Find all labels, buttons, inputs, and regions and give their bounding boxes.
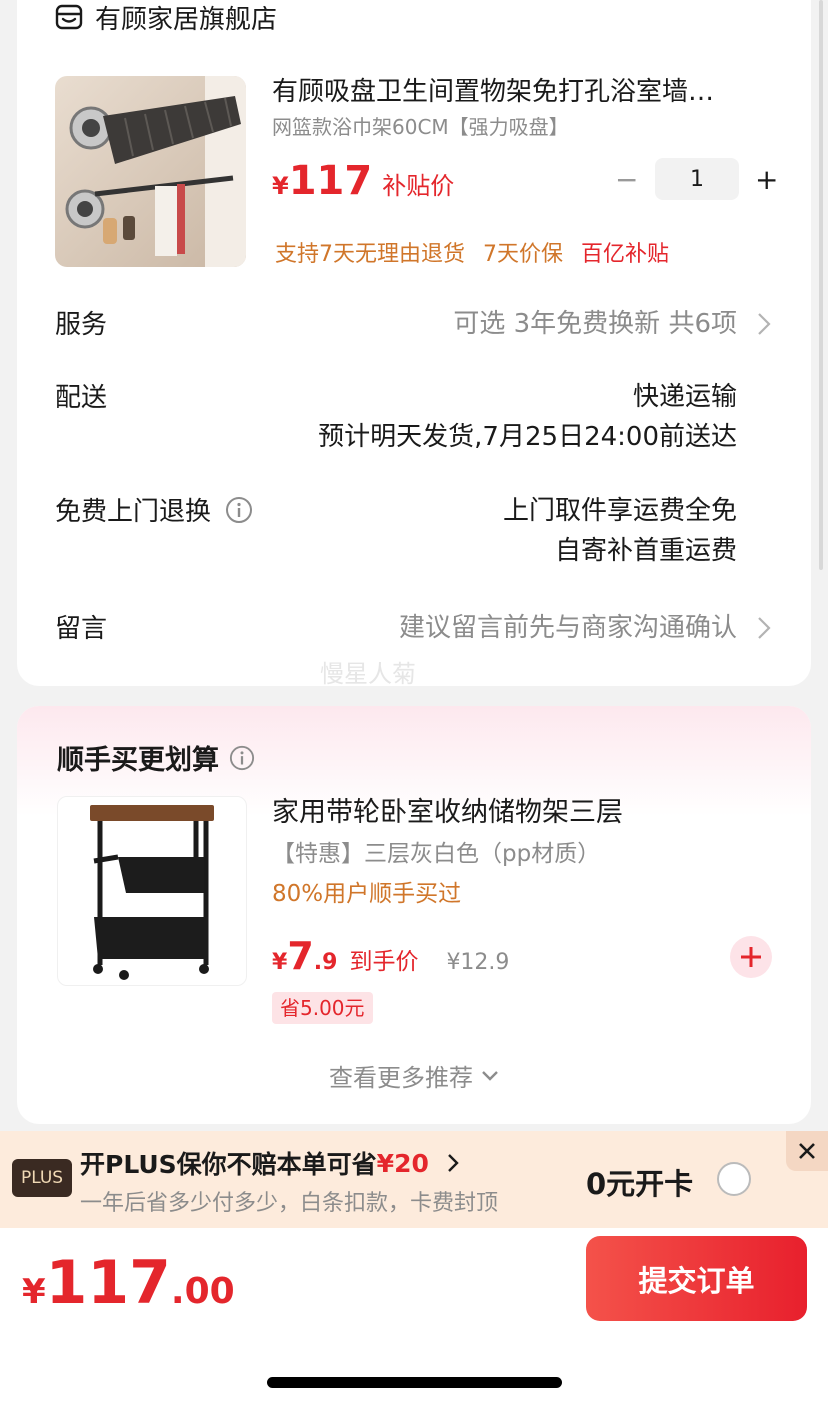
recommend-price-dec: .9 [313, 950, 338, 975]
recommend-price-symbol: ¥ [272, 950, 288, 975]
store-icon [55, 4, 83, 30]
plus-subtitle: 一年后省多少付多少，白条扣款，卡费封顶 [80, 1191, 499, 1216]
price-tag: 补贴价 [382, 172, 455, 200]
add-to-order-button[interactable] [730, 936, 772, 978]
message-row[interactable]: 留言 建议留言前先与商家沟通确认 [55, 608, 771, 648]
plus-icon [741, 947, 761, 967]
tag-subsidy: 百亿补贴 [581, 242, 670, 267]
delivery-value: 快递运输 预计明天发货,7月25日24:00前送达 [318, 377, 737, 457]
scrollbar[interactable] [819, 0, 823, 570]
order-card: 有顾家居旗舰店 有顾吸盘卫生间置物架免打孔浴室墙… 网篮款浴巾架60CM【强力吸… [17, 0, 811, 686]
recommend-product-image[interactable] [57, 796, 247, 986]
home-indicator[interactable] [267, 1377, 562, 1388]
recommend-section-title: 顺手买更划算 [57, 738, 255, 777]
delivery-estimate: 预计明天发货,7月25日24:00前送达 [318, 422, 737, 452]
delivery-label: 配送 [55, 383, 108, 413]
return-value: 上门取件享运费全免 自寄补首重运费 [503, 491, 737, 571]
plus-card-label: 0元开卡 [586, 1167, 694, 1201]
delivery-method: 快递运输 [632, 382, 737, 412]
product-image[interactable] [55, 76, 246, 267]
quantity-input[interactable]: 1 [655, 158, 739, 200]
chevron-right-icon [758, 313, 771, 335]
product-title[interactable]: 有顾吸盘卫生间置物架免打孔浴室墙… [272, 74, 762, 110]
price-value: 117 [288, 158, 373, 204]
plus-radio[interactable] [717, 1162, 751, 1196]
watermark: 慢星人菊 [320, 660, 416, 688]
service-label: 服务 [55, 310, 108, 340]
info-icon[interactable] [225, 496, 253, 524]
recommend-card: 顺手买更划算 家用带轮卧室收纳储物架三层 【特惠】三层灰白色（pp材质） 80%… [17, 706, 811, 1124]
total-price: ¥ 117 .00 [22, 1248, 235, 1318]
store-name: 有顾家居旗舰店 [95, 4, 278, 35]
recommend-price-tag: 到手价 [349, 949, 419, 975]
plus-title[interactable]: 开PLUS保你不赔本单可省 ¥20 [80, 1145, 459, 1181]
submit-order-button[interactable]: 提交订单 [586, 1236, 807, 1321]
chevron-down-icon [482, 1070, 498, 1081]
quantity-stepper: − 1 + [615, 158, 778, 200]
product-tags: 支持7天无理由退货 7天价保 百亿补贴 [275, 236, 687, 268]
recommend-product-spec: 【特惠】三层灰白色（pp材质） [272, 841, 601, 867]
tag-price-protect: 7天价保 [483, 242, 563, 267]
tag-return: 支持7天无理由退货 [275, 242, 465, 267]
more-recommend-label: 查看更多推荐 [329, 1064, 473, 1092]
total-symbol: ¥ [22, 1272, 46, 1312]
recommend-price-int: 7 [287, 934, 314, 978]
more-recommend-link[interactable]: 查看更多推荐 [17, 1058, 811, 1093]
increase-button[interactable]: + [755, 163, 778, 196]
return-label-text: 免费上门退换 [55, 497, 212, 527]
price-symbol: ¥ [272, 172, 289, 200]
recommend-product-title[interactable]: 家用带轮卧室收纳储物架三层 [272, 794, 623, 832]
recommend-price: ¥ 7 .9 到手价 ¥12.9 [272, 934, 509, 978]
delivery-row: 配送 快递运输 预计明天发货,7月25日24:00前送达 [55, 377, 771, 459]
plus-save-amount: ¥20 [376, 1148, 429, 1178]
info-icon[interactable] [229, 745, 255, 771]
chevron-right-icon [758, 617, 771, 639]
return-line1: 上门取件享运费全免 [502, 496, 737, 526]
total-dec: .00 [170, 1271, 235, 1312]
return-label: 免费上门退换 [55, 491, 253, 528]
checkout-bar: ¥ 117 .00 提交订单 [0, 1228, 828, 1406]
decrease-button[interactable]: − [615, 163, 638, 196]
plus-badge: PLUS [12, 1159, 72, 1197]
return-row: 免费上门退换 上门取件享运费全免 自寄补首重运费 [55, 491, 771, 573]
close-icon [799, 1143, 815, 1159]
chevron-right-icon [448, 1154, 459, 1172]
total-int: 117 [45, 1248, 171, 1318]
plus-banner[interactable]: PLUS 开PLUS保你不赔本单可省 ¥20 一年后省多少付多少，白条扣款，卡费封… [0, 1131, 828, 1228]
plus-title-text: 开PLUS保你不赔本单可省 [80, 1150, 377, 1179]
message-label: 留言 [55, 614, 108, 644]
store-header[interactable]: 有顾家居旗舰店 [55, 0, 278, 35]
close-button[interactable] [786, 1131, 828, 1171]
message-input[interactable]: 建议留言前先与商家沟通确认 [399, 608, 737, 648]
return-line2: 自寄补首重运费 [554, 536, 737, 566]
recommend-buyers: 80%用户顺手买过 [272, 881, 462, 907]
recommend-title-text: 顺手买更划算 [57, 745, 219, 776]
service-value: 可选 3年免费换新 共6项 [453, 309, 737, 339]
product-price: ¥ 117 补贴价 [272, 158, 454, 204]
order-confirm-page: 有顾家居旗舰店 有顾吸盘卫生间置物架免打孔浴室墙… 网篮款浴巾架60CM【强力吸… [0, 0, 828, 1406]
save-badge: 省5.00元 [272, 992, 373, 1024]
service-row[interactable]: 服务 可选 3年免费换新 共6项 [55, 304, 771, 344]
recommend-original-price: ¥12.9 [446, 950, 510, 975]
product-spec[interactable]: 网篮款浴巾架60CM【强力吸盘】 [272, 113, 569, 141]
